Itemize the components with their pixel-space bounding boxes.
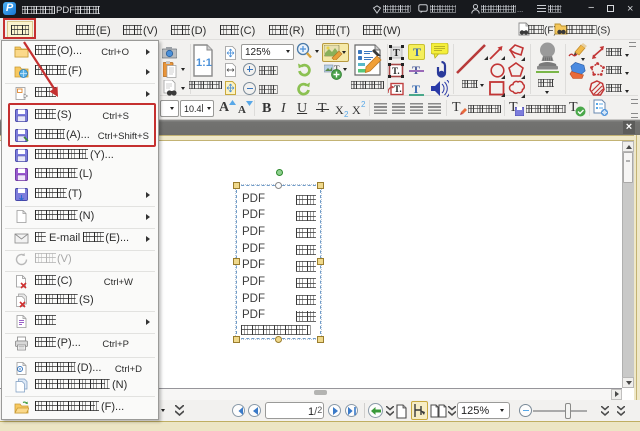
svg-text:T.: T. <box>392 66 400 76</box>
svg-text:T: T <box>393 48 400 59</box>
svg-text:T.: T. <box>394 84 402 94</box>
svg-text:1:1: 1:1 <box>196 57 212 69</box>
